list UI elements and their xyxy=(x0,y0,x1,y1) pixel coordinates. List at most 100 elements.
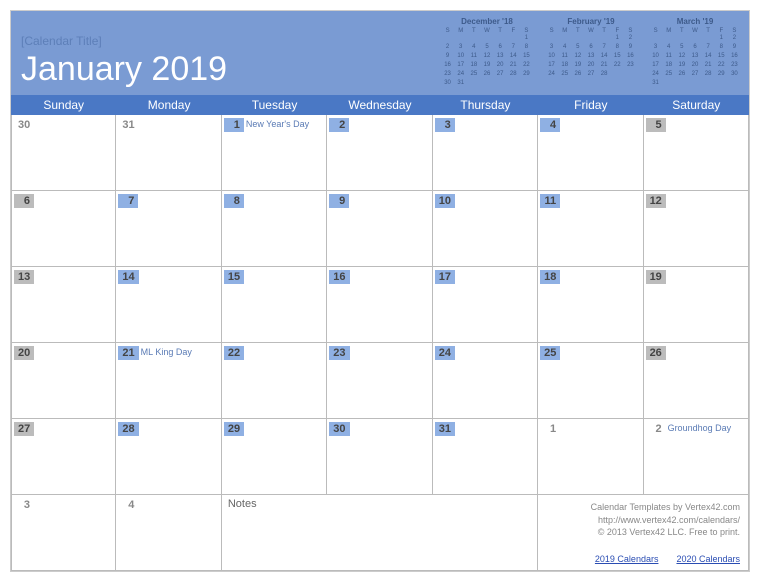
day-cell[interactable]: 14 xyxy=(116,267,221,343)
day-cell[interactable]: 2Groundhog Day xyxy=(644,419,749,495)
dow-label: Wednesday xyxy=(327,95,432,115)
day-number: 4 xyxy=(118,498,138,512)
day-number: 30 xyxy=(14,118,34,132)
day-cell[interactable]: 25 xyxy=(538,343,643,419)
day-number: 8 xyxy=(224,194,244,208)
mini-calendar: March '19SMTWTFS123456789101112131415161… xyxy=(649,17,741,88)
day-number: 11 xyxy=(540,194,560,208)
day-cell[interactable]: 24 xyxy=(433,343,538,419)
monthly-calendar: [Calendar Title] January 2019 December '… xyxy=(10,10,750,572)
day-number: 10 xyxy=(435,194,455,208)
day-cell[interactable]: 26 xyxy=(644,343,749,419)
day-cell[interactable]: 13 xyxy=(11,267,116,343)
day-cell[interactable]: 2 xyxy=(327,115,432,191)
day-cell[interactable]: 6 xyxy=(11,191,116,267)
day-cell[interactable]: 3 xyxy=(11,495,116,571)
day-cell[interactable]: 30 xyxy=(327,419,432,495)
mini-calendar: February '19SMTWTFS123456789101112131415… xyxy=(545,17,637,88)
day-number: 26 xyxy=(646,346,666,360)
day-number: 5 xyxy=(646,118,666,132)
day-cell[interactable]: 16 xyxy=(327,267,432,343)
day-number: 3 xyxy=(435,118,455,132)
link-2020[interactable]: 2020 Calendars xyxy=(676,554,740,564)
day-number: 6 xyxy=(14,194,34,208)
day-number: 3 xyxy=(14,498,34,512)
credits-text: Calendar Templates by Vertex42.comhttp:/… xyxy=(546,501,740,539)
notes-label: Notes xyxy=(222,495,537,513)
day-number: 21 xyxy=(118,346,138,360)
day-cell[interactable]: 31 xyxy=(116,115,221,191)
day-cell[interactable]: 22 xyxy=(222,343,327,419)
day-number: 1 xyxy=(540,422,560,436)
day-cell[interactable]: 1 xyxy=(538,419,643,495)
day-number: 19 xyxy=(646,270,666,284)
day-event: ML King Day xyxy=(141,347,192,357)
calendar-title-placeholder: [Calendar Title] xyxy=(21,34,227,48)
day-cell[interactable]: 21ML King Day xyxy=(116,343,221,419)
day-cell[interactable]: 11 xyxy=(538,191,643,267)
link-2019[interactable]: 2019 Calendars xyxy=(595,554,659,564)
dow-label: Sunday xyxy=(11,95,116,115)
day-cell[interactable]: 29 xyxy=(222,419,327,495)
day-number: 2 xyxy=(329,118,349,132)
mini-calendars: December '18SMTWTFS123456789101112131415… xyxy=(441,17,741,88)
day-cell[interactable]: 9 xyxy=(327,191,432,267)
day-number: 20 xyxy=(14,346,34,360)
day-number: 27 xyxy=(14,422,34,436)
day-cell[interactable]: 7 xyxy=(116,191,221,267)
day-number: 23 xyxy=(329,346,349,360)
day-number: 12 xyxy=(646,194,666,208)
credits-links: 2019 Calendars 2020 Calendars xyxy=(546,554,740,564)
mini-grid: 1234567891011121314151617181920212223242… xyxy=(649,34,741,88)
day-number: 1 xyxy=(224,118,244,132)
calendar-header: [Calendar Title] January 2019 December '… xyxy=(11,11,749,95)
day-number: 28 xyxy=(118,422,138,436)
day-cell[interactable]: 27 xyxy=(11,419,116,495)
day-cell[interactable]: 28 xyxy=(116,419,221,495)
day-number: 29 xyxy=(224,422,244,436)
day-cell[interactable]: 3 xyxy=(433,115,538,191)
day-cell[interactable]: 10 xyxy=(433,191,538,267)
dow-label: Saturday xyxy=(644,95,749,115)
day-event: Groundhog Day xyxy=(668,423,732,433)
day-event: New Year's Day xyxy=(246,119,309,129)
notes-cell[interactable]: Notes xyxy=(222,495,538,571)
dow-label: Monday xyxy=(116,95,221,115)
mini-calendar-title: February '19 xyxy=(545,17,637,26)
day-cell[interactable]: 4 xyxy=(116,495,221,571)
day-number: 15 xyxy=(224,270,244,284)
credits-cell: Calendar Templates by Vertex42.comhttp:/… xyxy=(538,495,749,571)
day-cell[interactable]: 23 xyxy=(327,343,432,419)
mini-calendar: December '18SMTWTFS123456789101112131415… xyxy=(441,17,533,88)
day-number: 18 xyxy=(540,270,560,284)
dow-label: Thursday xyxy=(433,95,538,115)
day-number: 25 xyxy=(540,346,560,360)
day-number: 4 xyxy=(540,118,560,132)
day-cell[interactable]: 15 xyxy=(222,267,327,343)
day-number: 2 xyxy=(646,422,666,436)
mini-grid: 1234567891011121314151617181920212223242… xyxy=(441,34,533,88)
day-number: 22 xyxy=(224,346,244,360)
day-cell[interactable]: 8 xyxy=(222,191,327,267)
days-of-week-header: SundayMondayTuesdayWednesdayThursdayFrid… xyxy=(11,95,749,115)
month-year-title: January 2019 xyxy=(21,50,227,89)
day-cell[interactable]: 17 xyxy=(433,267,538,343)
day-number: 31 xyxy=(435,422,455,436)
day-number: 16 xyxy=(329,270,349,284)
dow-label: Tuesday xyxy=(222,95,327,115)
day-cell[interactable]: 20 xyxy=(11,343,116,419)
day-cell[interactable]: 30 xyxy=(11,115,116,191)
mini-grid: 1234567891011121314151617181920212223242… xyxy=(545,34,637,79)
day-number: 13 xyxy=(14,270,34,284)
day-cell[interactable]: 12 xyxy=(644,191,749,267)
day-cell[interactable]: 5 xyxy=(644,115,749,191)
day-cell[interactable]: 1New Year's Day xyxy=(222,115,327,191)
day-number: 9 xyxy=(329,194,349,208)
day-cell[interactable]: 19 xyxy=(644,267,749,343)
day-cell[interactable]: 18 xyxy=(538,267,643,343)
mini-calendar-title: March '19 xyxy=(649,17,741,26)
mini-calendar-title: December '18 xyxy=(441,17,533,26)
day-cell[interactable]: 4 xyxy=(538,115,643,191)
day-cell[interactable]: 31 xyxy=(433,419,538,495)
day-number: 24 xyxy=(435,346,455,360)
